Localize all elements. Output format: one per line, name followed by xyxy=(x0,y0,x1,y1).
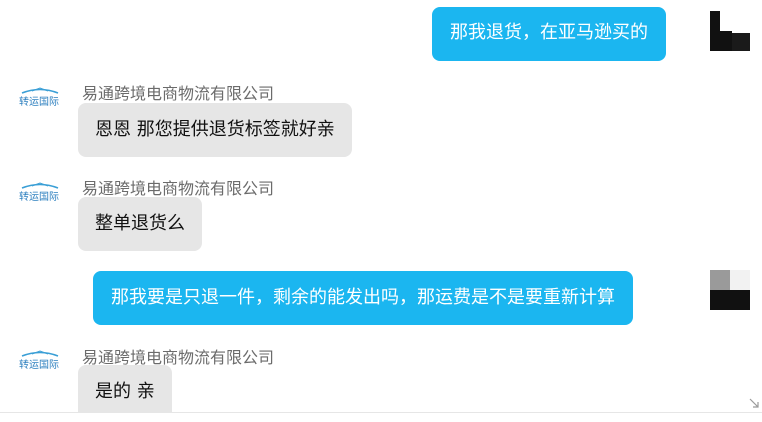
sender-name: 易通跨境电商物流有限公司 xyxy=(82,84,275,103)
message-text: 那我要是只退一件，剩余的能发出吗，那运费是不是要重新计算 xyxy=(111,287,615,308)
user-avatar-image xyxy=(710,270,750,310)
company-avatar[interactable]: 转运国际 xyxy=(18,350,62,376)
message-text: 整单退货么 xyxy=(95,213,185,234)
outgoing-message-bubble[interactable]: 那我要是只退一件，剩余的能发出吗，那运费是不是要重新计算 xyxy=(93,271,633,325)
svg-text:转运国际: 转运国际 xyxy=(19,190,59,203)
chat-window: 那我退货，在亚马逊买的 转运国际 易通跨境电商物流有限公司 恩恩 那您提供退货标… xyxy=(0,0,762,422)
input-area[interactable] xyxy=(0,413,762,422)
user-avatar[interactable] xyxy=(710,270,750,310)
company-avatar[interactable]: 转运国际 xyxy=(18,87,62,113)
company-logo-icon: 转运国际 xyxy=(19,182,59,203)
company-logo-icon: 转运国际 xyxy=(19,350,59,371)
user-avatar[interactable] xyxy=(710,11,750,51)
user-avatar-image xyxy=(710,11,750,51)
svg-text:转运国际: 转运国际 xyxy=(19,358,59,371)
message-text: 恩恩 那您提供退货标签就好亲 xyxy=(95,119,335,140)
company-logo-icon: 转运国际 xyxy=(19,87,59,108)
message-text: 是的 亲 xyxy=(95,381,155,402)
incoming-message-bubble[interactable]: 恩恩 那您提供退货标签就好亲 xyxy=(78,103,352,157)
incoming-message-bubble[interactable]: 整单退货么 xyxy=(78,197,202,251)
sender-name: 易通跨境电商物流有限公司 xyxy=(82,179,275,198)
company-avatar[interactable]: 转运国际 xyxy=(18,182,62,208)
outgoing-message-bubble[interactable]: 那我退货，在亚马逊买的 xyxy=(432,7,666,61)
resize-grip-icon[interactable] xyxy=(748,397,760,409)
svg-text:转运国际: 转运国际 xyxy=(19,95,59,108)
message-text: 那我退货，在亚马逊买的 xyxy=(450,22,648,43)
